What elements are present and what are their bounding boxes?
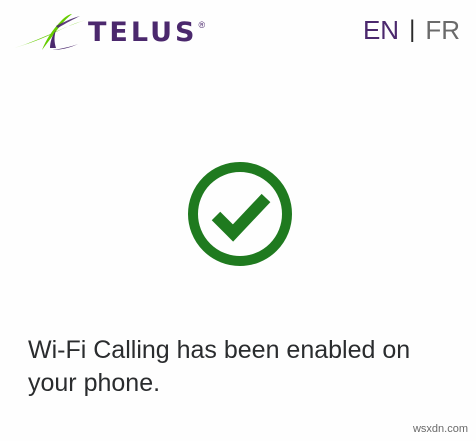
telus-leaf-icon [14, 14, 86, 50]
registered-mark: ® [198, 20, 206, 30]
brand-wordmark: TELUS [88, 16, 198, 48]
status-message: Wi-Fi Calling has been enabled on your p… [28, 336, 411, 397]
check-circle-icon [188, 162, 292, 266]
language-en-link[interactable]: EN [363, 17, 399, 43]
language-fr-link[interactable]: FR [425, 17, 460, 43]
header: TELUS ® EN | FR [0, 0, 476, 64]
language-switcher: EN | FR [363, 17, 460, 43]
language-separator: | [409, 16, 416, 43]
success-check-icon [186, 160, 294, 268]
telus-logo[interactable]: TELUS ® [12, 10, 205, 54]
watermark-text: wsxdn.com [412, 423, 468, 435]
